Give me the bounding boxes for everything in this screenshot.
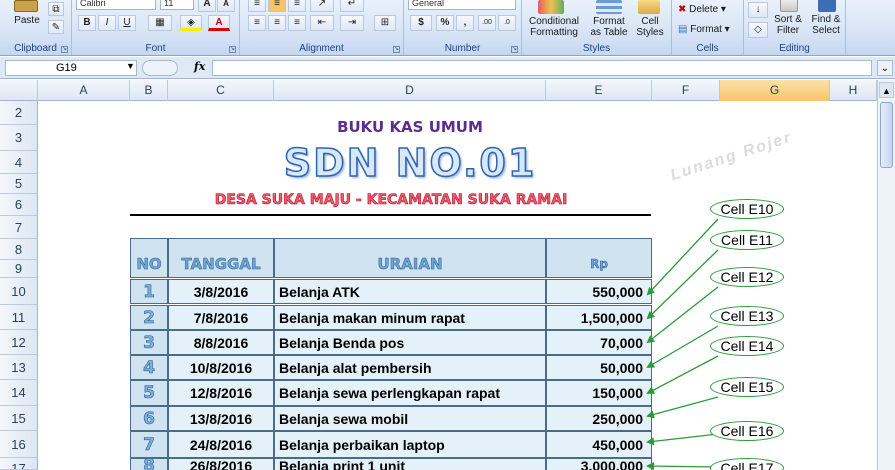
callout-e13: Cell E13 <box>710 306 784 326</box>
callout-e17: Cell E17 <box>710 458 784 470</box>
arrow-e17 <box>646 462 719 470</box>
arrow-e15 <box>646 396 719 419</box>
arrow-e12 <box>646 286 719 344</box>
callout-e11: Cell E11 <box>710 230 784 250</box>
callout-e16: Cell E16 <box>710 421 784 441</box>
callout-e15: Cell E15 <box>710 377 784 397</box>
callout-e14: Cell E14 <box>710 336 784 356</box>
arrow-e11 <box>646 249 719 320</box>
callout-e12: Cell E12 <box>710 267 784 287</box>
arrow-e10 <box>646 218 719 296</box>
arrow-e16 <box>646 433 719 446</box>
callout-e10: Cell E10 <box>710 199 784 219</box>
